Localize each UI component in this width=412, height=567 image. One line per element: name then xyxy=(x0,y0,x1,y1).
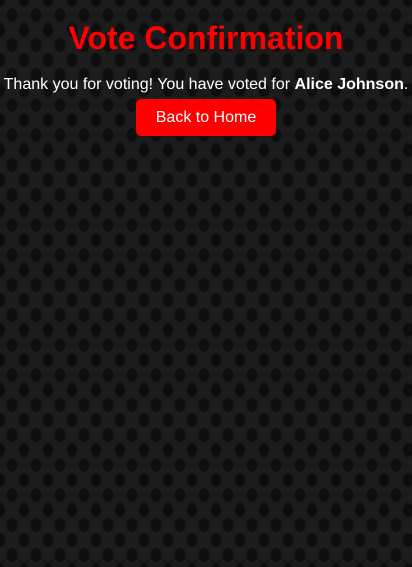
confirmation-message-suffix: . xyxy=(403,76,409,93)
actions-container: Back to Home xyxy=(0,95,412,136)
back-to-home-button[interactable]: Back to Home xyxy=(136,99,276,136)
voted-candidate-name: Alice Johnson xyxy=(294,76,404,93)
confirmation-message-prefix: Thank you for voting! You have voted for xyxy=(3,76,295,93)
page-title: Vote Confirmation xyxy=(68,20,344,56)
confirmation-message: Thank you for voting! You have voted for… xyxy=(0,57,412,95)
confirmation-page: Vote Confirmation Thank you for voting! … xyxy=(0,0,412,136)
